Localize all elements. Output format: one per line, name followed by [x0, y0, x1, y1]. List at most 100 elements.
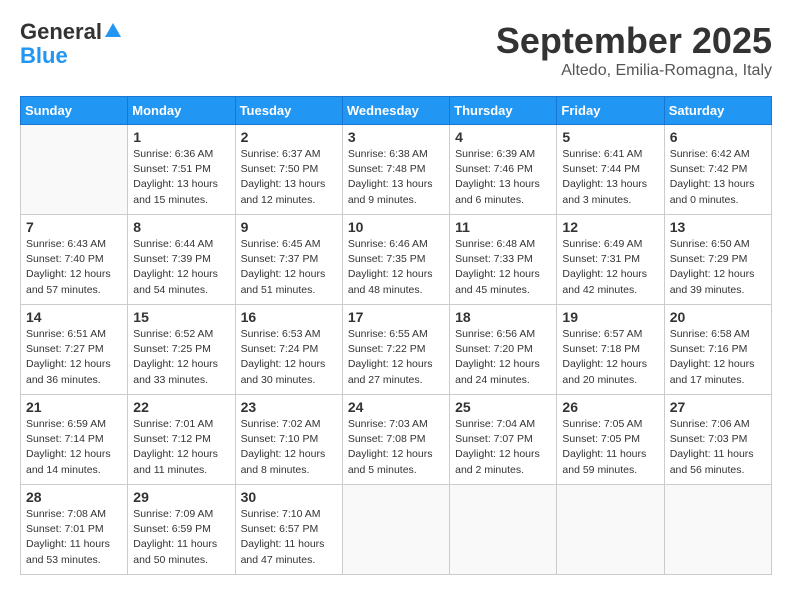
day-number: 18 [455, 309, 551, 325]
day-info: Sunrise: 7:02 AM Sunset: 7:10 PM Dayligh… [241, 417, 337, 478]
day-of-week-header: Wednesday [342, 97, 449, 125]
calendar-cell: 29Sunrise: 7:09 AM Sunset: 6:59 PM Dayli… [128, 485, 235, 575]
calendar-cell: 2 Sunrise: 6:37 AM Sunset: 7:50 PM Daylig… [235, 125, 342, 215]
day-number: 5 [562, 129, 658, 145]
calendar-cell: 11 Sunrise: 6:48 AM Sunset: 7:33 PM Dayli… [450, 215, 557, 305]
calendar-cell: 1 Sunrise: 6:36 AM Sunset: 7:51 PM Daylig… [128, 125, 235, 215]
logo: General Blue [20, 20, 122, 68]
calendar-cell: 16Sunrise: 6:53 AM Sunset: 7:24 PM Dayli… [235, 305, 342, 395]
calendar-cell: 14 Sunrise: 6:51 AM Sunset: 7:27 PM Dayli… [21, 305, 128, 395]
calendar-cell: 6 Sunrise: 6:42 AM Sunset: 7:42 PM Daylig… [664, 125, 771, 215]
calendar-cell: 15Sunrise: 6:52 AM Sunset: 7:25 PM Dayli… [128, 305, 235, 395]
day-number: 15 [133, 309, 229, 325]
day-number: 14 [26, 309, 122, 325]
calendar-cell: 7 Sunrise: 6:43 AM Sunset: 7:40 PM Daylig… [21, 215, 128, 305]
location-title: Altedo, Emilia-Romagna, Italy [496, 62, 772, 80]
day-number: 8 [133, 219, 229, 235]
day-number: 13 [670, 219, 766, 235]
day-info: Sunrise: 7:06 AM Sunset: 7:03 PM Dayligh… [670, 417, 766, 478]
calendar-cell: 3 Sunrise: 6:38 AM Sunset: 7:48 PM Daylig… [342, 125, 449, 215]
day-number: 23 [241, 399, 337, 415]
day-info: Sunrise: 6:50 AM Sunset: 7:29 PM Dayligh… [670, 237, 766, 298]
calendar-cell [342, 485, 449, 575]
day-info: Sunrise: 6:46 AM Sunset: 7:35 PM Dayligh… [348, 237, 444, 298]
logo-general-text: General [20, 20, 102, 44]
day-info: Sunrise: 7:04 AM Sunset: 7:07 PM Dayligh… [455, 417, 551, 478]
calendar-cell [21, 125, 128, 215]
day-number: 25 [455, 399, 551, 415]
day-info: Sunrise: 6:49 AM Sunset: 7:31 PM Dayligh… [562, 237, 658, 298]
day-info: Sunrise: 6:41 AM Sunset: 7:44 PM Dayligh… [562, 147, 658, 208]
calendar-cell: 9Sunrise: 6:45 AM Sunset: 7:37 PM Daylig… [235, 215, 342, 305]
day-info: Sunrise: 6:48 AM Sunset: 7:33 PM Dayligh… [455, 237, 551, 298]
day-info: Sunrise: 6:57 AM Sunset: 7:18 PM Dayligh… [562, 327, 658, 388]
day-number: 7 [26, 219, 122, 235]
day-info: Sunrise: 6:43 AM Sunset: 7:40 PM Dayligh… [26, 237, 122, 298]
calendar-cell: 12Sunrise: 6:49 AM Sunset: 7:31 PM Dayli… [557, 215, 664, 305]
calendar-cell: 19Sunrise: 6:57 AM Sunset: 7:18 PM Dayli… [557, 305, 664, 395]
day-info: Sunrise: 6:39 AM Sunset: 7:46 PM Dayligh… [455, 147, 551, 208]
calendar-cell: 23 Sunrise: 7:02 AM Sunset: 7:10 PM Dayli… [235, 395, 342, 485]
calendar-cell: 5 Sunrise: 6:41 AM Sunset: 7:44 PM Daylig… [557, 125, 664, 215]
calendar-cell: 18 Sunrise: 6:56 AM Sunset: 7:20 PM Dayli… [450, 305, 557, 395]
day-info: Sunrise: 6:55 AM Sunset: 7:22 PM Dayligh… [348, 327, 444, 388]
day-number: 3 [348, 129, 444, 145]
calendar-cell: 4 Sunrise: 6:39 AM Sunset: 7:46 PM Daylig… [450, 125, 557, 215]
day-number: 1 [133, 129, 229, 145]
calendar-header-row: SundayMondayTuesdayWednesdayThursdayFrid… [21, 97, 772, 125]
day-info: Sunrise: 6:36 AM Sunset: 7:51 PM Dayligh… [133, 147, 229, 208]
calendar-cell [664, 485, 771, 575]
calendar-cell: 28 Sunrise: 7:08 AM Sunset: 7:01 PM Dayli… [21, 485, 128, 575]
day-of-week-header: Tuesday [235, 97, 342, 125]
calendar-cell [557, 485, 664, 575]
calendar-cell: 17 Sunrise: 6:55 AM Sunset: 7:22 PM Dayli… [342, 305, 449, 395]
day-info: Sunrise: 6:59 AM Sunset: 7:14 PM Dayligh… [26, 417, 122, 478]
day-info: Sunrise: 7:03 AM Sunset: 7:08 PM Dayligh… [348, 417, 444, 478]
page-header: General Blue September 2025 Altedo, Emil… [20, 20, 772, 80]
day-of-week-header: Friday [557, 97, 664, 125]
day-number: 28 [26, 489, 122, 505]
day-info: Sunrise: 6:58 AM Sunset: 7:16 PM Dayligh… [670, 327, 766, 388]
calendar-cell: 20 Sunrise: 6:58 AM Sunset: 7:16 PM Dayli… [664, 305, 771, 395]
day-of-week-header: Thursday [450, 97, 557, 125]
day-info: Sunrise: 7:01 AM Sunset: 7:12 PM Dayligh… [133, 417, 229, 478]
day-info: Sunrise: 6:38 AM Sunset: 7:48 PM Dayligh… [348, 147, 444, 208]
day-of-week-header: Monday [128, 97, 235, 125]
calendar-cell: 27 Sunrise: 7:06 AM Sunset: 7:03 PM Dayli… [664, 395, 771, 485]
day-number: 22 [133, 399, 229, 415]
day-number: 20 [670, 309, 766, 325]
day-number: 10 [348, 219, 444, 235]
day-info: Sunrise: 6:56 AM Sunset: 7:20 PM Dayligh… [455, 327, 551, 388]
day-number: 6 [670, 129, 766, 145]
calendar-cell: 30Sunrise: 7:10 AM Sunset: 6:57 PM Dayli… [235, 485, 342, 575]
title-section: September 2025 Altedo, Emilia-Romagna, I… [496, 20, 772, 80]
calendar-cell: 22 Sunrise: 7:01 AM Sunset: 7:12 PM Dayli… [128, 395, 235, 485]
logo-blue-text: Blue [20, 43, 68, 68]
day-info: Sunrise: 6:44 AM Sunset: 7:39 PM Dayligh… [133, 237, 229, 298]
day-info: Sunrise: 6:37 AM Sunset: 7:50 PM Dayligh… [241, 147, 337, 208]
day-info: Sunrise: 6:45 AM Sunset: 7:37 PM Dayligh… [241, 237, 337, 298]
day-info: Sunrise: 7:08 AM Sunset: 7:01 PM Dayligh… [26, 507, 122, 568]
day-number: 27 [670, 399, 766, 415]
day-info: Sunrise: 6:51 AM Sunset: 7:27 PM Dayligh… [26, 327, 122, 388]
calendar-week-row: 21 Sunrise: 6:59 AM Sunset: 7:14 PM Dayli… [21, 395, 772, 485]
day-info: Sunrise: 6:42 AM Sunset: 7:42 PM Dayligh… [670, 147, 766, 208]
day-number: 11 [455, 219, 551, 235]
calendar-week-row: 14 Sunrise: 6:51 AM Sunset: 7:27 PM Dayli… [21, 305, 772, 395]
month-title: September 2025 [496, 20, 772, 62]
day-of-week-header: Sunday [21, 97, 128, 125]
calendar-week-row: 7 Sunrise: 6:43 AM Sunset: 7:40 PM Daylig… [21, 215, 772, 305]
calendar-cell: 13 Sunrise: 6:50 AM Sunset: 7:29 PM Dayli… [664, 215, 771, 305]
calendar-cell: 26Sunrise: 7:05 AM Sunset: 7:05 PM Dayli… [557, 395, 664, 485]
day-number: 21 [26, 399, 122, 415]
logo-icon [104, 21, 122, 39]
day-number: 4 [455, 129, 551, 145]
calendar-cell: 21 Sunrise: 6:59 AM Sunset: 7:14 PM Dayli… [21, 395, 128, 485]
calendar-cell: 25 Sunrise: 7:04 AM Sunset: 7:07 PM Dayli… [450, 395, 557, 485]
day-number: 17 [348, 309, 444, 325]
calendar-week-row: 28 Sunrise: 7:08 AM Sunset: 7:01 PM Dayli… [21, 485, 772, 575]
day-of-week-header: Saturday [664, 97, 771, 125]
day-number: 2 [241, 129, 337, 145]
day-info: Sunrise: 7:05 AM Sunset: 7:05 PM Dayligh… [562, 417, 658, 478]
day-number: 29 [133, 489, 229, 505]
